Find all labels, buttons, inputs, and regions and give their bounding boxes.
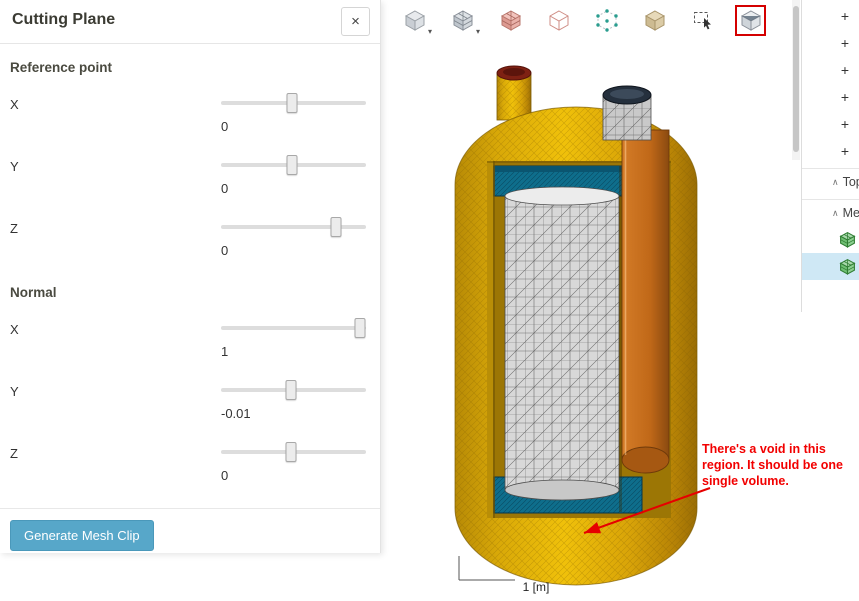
box-select-icon[interactable] [689, 7, 716, 34]
points-view-icon[interactable] [593, 7, 620, 34]
reference-x-label: X [10, 97, 19, 112]
normal-z-value: 0 [221, 468, 229, 483]
mesh-item-row-selected[interactable] [802, 253, 859, 280]
normal-x-row: X 1 [0, 308, 380, 370]
mesh-item-row[interactable] [802, 226, 859, 253]
reference-y-row: Y 0 [0, 145, 380, 207]
viewport-toolbar: ▾ ▾ [381, 0, 793, 40]
slider-handle[interactable] [286, 93, 298, 113]
reference-y-slider[interactable] [221, 155, 366, 175]
normal-z-row: Z 0 [0, 432, 380, 494]
mesh-quality-icon[interactable] [497, 7, 524, 34]
vessel-right-nozzle [602, 85, 652, 141]
reference-x-slider[interactable] [221, 93, 366, 113]
dropdown-caret-icon[interactable]: ▾ [428, 27, 432, 36]
reference-x-row: X 0 [0, 83, 380, 145]
slider-handle[interactable] [354, 318, 366, 338]
expand-node-button[interactable]: + [837, 116, 853, 132]
scrollbar-thumb[interactable] [793, 6, 799, 152]
normal-heading: Normal [10, 285, 57, 300]
section-topology[interactable]: ∧ Top [802, 169, 859, 195]
expand-node-button[interactable]: + [837, 143, 853, 159]
generate-mesh-clip-button[interactable]: Generate Mesh Clip [10, 520, 154, 551]
tree-row[interactable]: + [802, 137, 859, 164]
reference-z-row: Z 0 [0, 207, 380, 269]
surface-with-edges-icon[interactable]: ▾ [449, 7, 480, 36]
cutting-plane-panel: Cutting Plane × Reference point X 0 Y 0 … [0, 0, 381, 553]
tree-row[interactable]: + [802, 2, 859, 29]
normal-z-label: Z [10, 446, 18, 461]
scene-tree-panel: + + + + + + ∧ Top ∧ Me [801, 0, 859, 312]
panel-footer: Generate Mesh Clip [0, 508, 380, 562]
collapse-icon[interactable]: ∧ [832, 177, 839, 188]
slider-handle[interactable] [330, 217, 342, 237]
slider-handle[interactable] [285, 380, 297, 400]
reference-z-label: Z [10, 221, 18, 236]
expand-node-button[interactable]: + [837, 62, 853, 78]
void-annotation-text: There's a void in this region. It should… [702, 442, 843, 488]
tree-row[interactable]: + [802, 83, 859, 110]
viewport-3d[interactable] [381, 0, 793, 601]
normal-x-slider[interactable] [221, 318, 366, 338]
section-topology-label: Top [842, 175, 859, 189]
vessel-left-nozzle [496, 65, 532, 121]
surface-view-icon[interactable]: ▾ [401, 7, 432, 36]
section-mesh[interactable]: ∧ Me [802, 200, 859, 226]
vessel-orange-duct [621, 129, 670, 474]
panel-header: Cutting Plane × [0, 0, 380, 44]
slider-handle[interactable] [286, 155, 298, 175]
normal-x-label: X [10, 322, 19, 337]
normal-z-slider[interactable] [221, 442, 366, 462]
normal-y-value: -0.01 [221, 406, 251, 421]
reference-z-value: 0 [221, 243, 229, 258]
mesh-cube-icon [839, 231, 856, 248]
mesh-clip-icon[interactable] [737, 7, 764, 34]
tree-row[interactable]: + [802, 110, 859, 137]
normal-y-slider[interactable] [221, 380, 366, 400]
mesh-cube-icon [839, 258, 856, 275]
section-mesh-label: Me [842, 206, 859, 220]
tree-scrollbar[interactable] [792, 0, 800, 160]
expand-node-button[interactable]: + [837, 8, 853, 24]
slider-track[interactable] [221, 326, 366, 330]
slider-track[interactable] [221, 225, 366, 229]
dropdown-caret-icon[interactable]: ▾ [476, 27, 480, 36]
normal-y-row: Y -0.01 [0, 370, 380, 432]
tree-row[interactable]: + [802, 56, 859, 83]
close-button[interactable]: × [341, 7, 370, 36]
reference-x-value: 0 [221, 119, 229, 134]
normal-x-value: 1 [221, 344, 229, 359]
panel-title: Cutting Plane [12, 11, 116, 28]
collapse-icon[interactable]: ∧ [832, 208, 839, 219]
tree-row[interactable]: + [802, 29, 859, 56]
reference-y-label: Y [10, 159, 19, 174]
reference-z-slider[interactable] [221, 217, 366, 237]
expand-node-button[interactable]: + [837, 35, 853, 51]
expand-node-button[interactable]: + [837, 89, 853, 105]
slider-handle[interactable] [285, 442, 297, 462]
scale-label: 1 [m] [522, 580, 550, 594]
normal-y-label: Y [10, 384, 19, 399]
volume-view-icon[interactable] [641, 7, 668, 34]
wireframe-icon[interactable] [545, 7, 572, 34]
reference-y-value: 0 [221, 181, 229, 196]
reference-point-heading: Reference point [10, 60, 113, 75]
